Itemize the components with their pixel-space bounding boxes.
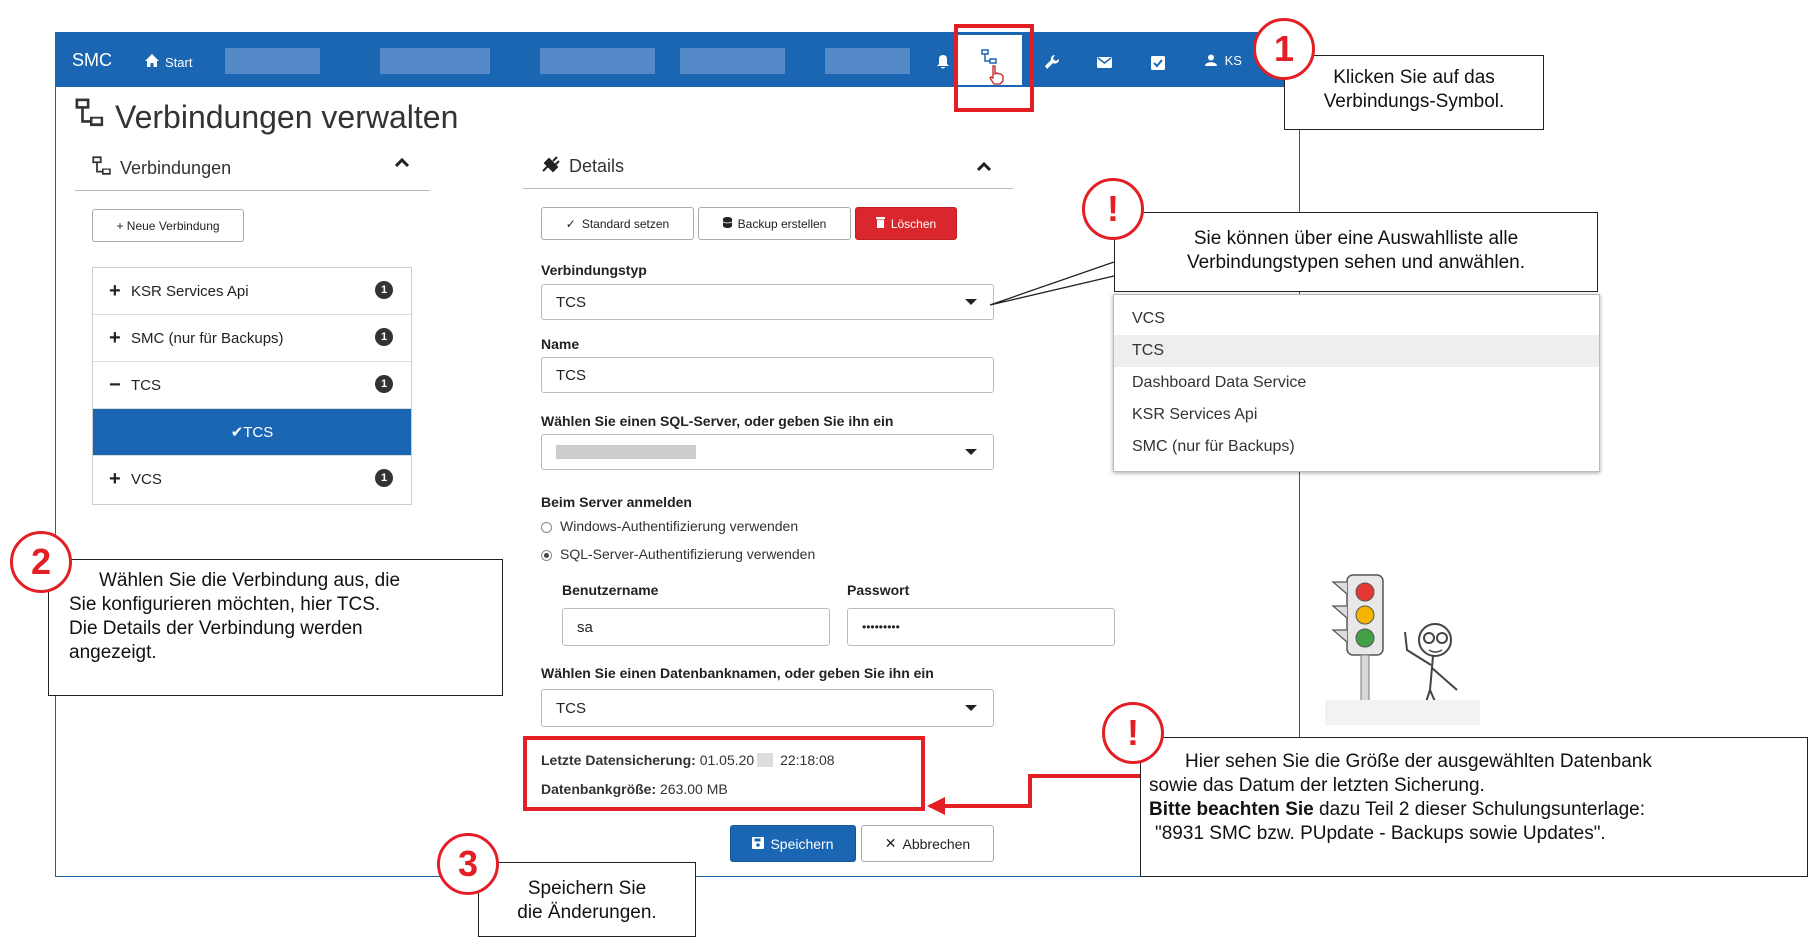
callout-text: Verbindungs-Symbol. (1323, 91, 1505, 112)
exclamation-mark-badge: ! (1082, 178, 1144, 240)
callout-text: Sie konfigurieren möchten, hier TCS. (69, 594, 381, 615)
callout-text: Verbindungstypen sehen und anwählen. (1186, 252, 1526, 273)
step-number-3: 3 (437, 833, 499, 895)
callout-step-3: Speichern Sie die Änderungen. (478, 862, 696, 937)
step-number-2: 2 (10, 531, 72, 593)
callout-note-backup-info: Hier sehen Sie die Größe der ausgewählte… (1140, 737, 1808, 877)
callout-step-1: Klicken Sie auf das Verbindungs-Symbol. (1284, 55, 1544, 130)
step-number-1: 1 (1253, 18, 1315, 80)
callout-text: angezeigt. (69, 642, 157, 663)
callout-text: Wählen Sie die Verbindung aus, die (99, 570, 401, 591)
callout-text-rest: dazu Teil 2 dieser Schulungsunterlage: (1313, 799, 1646, 820)
callout-text: Hier sehen Sie die Größe der ausgewählte… (1185, 751, 1652, 772)
callout-text: "8931 SMC bzw. PUpdate - Backups sowie U… (1155, 823, 1606, 844)
callout-text: Sie können über eine Auswahlliste alle (1193, 228, 1519, 249)
callout-bold-text: Bitte beachten Sie (1149, 799, 1314, 820)
traffic-light-illustration (1325, 574, 1480, 725)
callout-text: Speichern Sie (527, 878, 647, 899)
callout-text: die Änderungen. (517, 902, 657, 923)
callout-text: Die Details der Verbindung werden (69, 618, 363, 639)
callout-text: Bitte beachten Sie dazu Teil 2 dieser Sc… (1149, 798, 1807, 822)
callout-text: Klicken Sie auf das (1333, 67, 1495, 88)
callout-text: sowie das Datum der letzten Sicherung. (1149, 775, 1485, 796)
callout-note-dropdown: Sie können über eine Auswahlliste alle V… (1114, 212, 1598, 292)
exclamation-mark-badge: ! (1102, 702, 1164, 764)
callout-step-2: Wählen Sie die Verbindung aus, die Sie k… (48, 559, 503, 696)
